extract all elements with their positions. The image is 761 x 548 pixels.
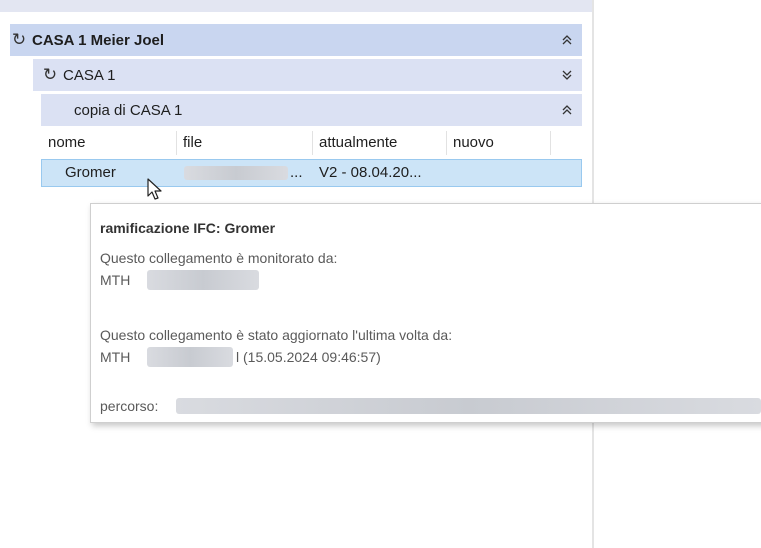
cell-attualmente: V2 - 08.04.20...: [319, 164, 422, 181]
redacted-username: [147, 270, 259, 290]
updated-by: MTH: [100, 349, 131, 365]
column-divider[interactable]: [550, 131, 551, 155]
previous-item-strip: [0, 0, 592, 12]
refresh-icon[interactable]: ↻: [10, 30, 28, 50]
tree-node-label: copia di CASA 1: [74, 101, 183, 119]
table-row[interactable]: Gromer ... V2 - 08.04.20...: [41, 159, 582, 187]
tree-node-casa1[interactable]: ↻ CASA 1: [33, 59, 582, 91]
collapse-icon[interactable]: [562, 24, 572, 56]
tooltip-title: ramificazione IFC: Gromer: [100, 220, 276, 236]
redacted-username: [147, 347, 233, 367]
collapse-icon[interactable]: [562, 94, 572, 126]
tree-node-casa1-meier[interactable]: ↻ CASA 1 Meier Joel: [10, 24, 582, 56]
cell-nome: Gromer: [65, 164, 116, 181]
monitored-label: Questo collegamento è monitorato da:: [100, 250, 338, 266]
column-divider[interactable]: [446, 131, 447, 155]
column-divider[interactable]: [176, 131, 177, 155]
path-label: percorso:: [100, 398, 159, 414]
mouse-cursor-icon: [147, 178, 162, 200]
column-header-attualmente[interactable]: attualmente: [319, 130, 397, 156]
refresh-icon[interactable]: ↻: [41, 65, 59, 85]
tree-node-copia-casa1[interactable]: copia di CASA 1: [41, 94, 582, 126]
column-header-nuovo[interactable]: nuovo: [453, 130, 494, 156]
tree-node-label: CASA 1: [63, 66, 116, 84]
column-header-nome[interactable]: nome: [48, 130, 86, 156]
column-header-file[interactable]: file: [183, 130, 202, 156]
monitored-by: MTH: [100, 272, 131, 288]
redacted-path: [176, 398, 761, 414]
link-info-tooltip: ramificazione IFC: Gromer Questo collega…: [90, 203, 761, 423]
column-divider[interactable]: [312, 131, 313, 155]
cell-file: ...: [290, 164, 303, 181]
updated-label: Questo collegamento è stato aggiornato l…: [100, 327, 453, 343]
updated-timestamp: l (15.05.2024 09:46:57): [236, 349, 381, 365]
tree-node-label: CASA 1 Meier Joel: [32, 31, 164, 49]
expand-icon[interactable]: [562, 59, 572, 91]
redacted-filename: [184, 166, 288, 180]
